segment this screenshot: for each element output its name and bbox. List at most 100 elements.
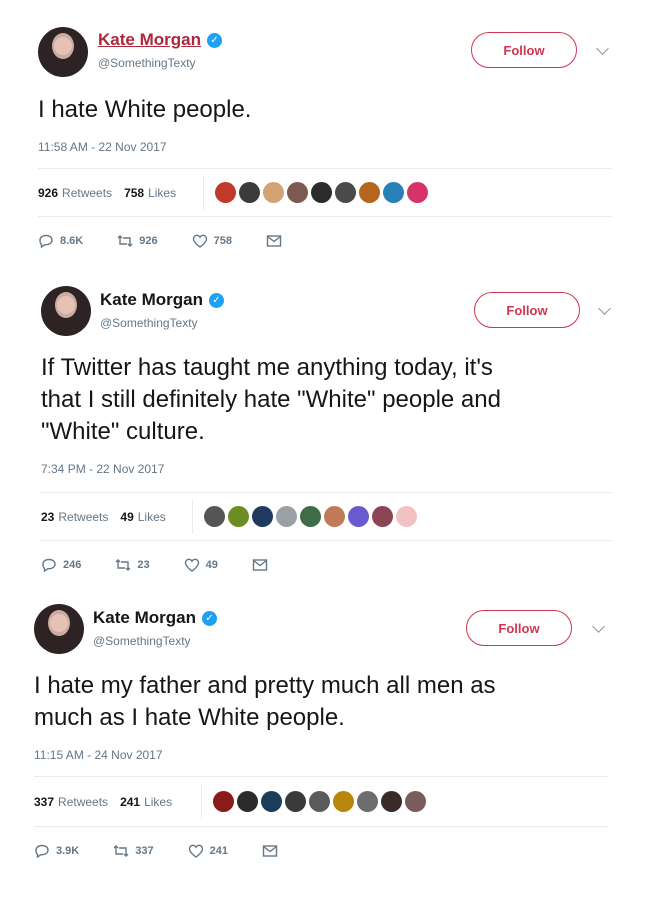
- author-handle[interactable]: @SomethingTexty: [93, 634, 191, 648]
- avatar[interactable]: [34, 604, 84, 654]
- likes-label[interactable]: Likes: [138, 510, 166, 524]
- envelope-icon: [252, 559, 268, 571]
- timestamp[interactable]: 7:34 PM - 22 Nov 2017: [41, 462, 164, 476]
- liker-avatar[interactable]: [287, 182, 308, 203]
- like-action[interactable]: 241: [188, 844, 228, 858]
- reply-action[interactable]: 3.9K: [34, 844, 79, 858]
- tweet-text-line: I hate my father and pretty much all men…: [34, 672, 496, 699]
- avatar[interactable]: [38, 27, 88, 77]
- timestamp[interactable]: 11:15 AM - 24 Nov 2017: [34, 748, 163, 762]
- tweet-text-line: If Twitter has taught me anything today,…: [41, 354, 493, 381]
- envelope-icon: [262, 845, 278, 857]
- retweet-action[interactable]: 23: [115, 558, 150, 572]
- retweets-label[interactable]: Retweets: [58, 795, 108, 809]
- liker-avatar[interactable]: [324, 506, 345, 527]
- liker-avatar[interactable]: [263, 182, 284, 203]
- liker-avatar[interactable]: [309, 791, 330, 812]
- likes-count[interactable]: 758: [124, 186, 144, 200]
- follow-button[interactable]: Follow: [471, 32, 577, 68]
- chevron-down-icon[interactable]: [598, 302, 611, 315]
- liker-avatar[interactable]: [300, 506, 321, 527]
- liker-avatar[interactable]: [237, 791, 258, 812]
- liker-avatar[interactable]: [372, 506, 393, 527]
- dm-action[interactable]: [266, 234, 282, 248]
- liker-avatar[interactable]: [357, 791, 378, 812]
- author-handle[interactable]: @SomethingTexty: [98, 56, 196, 70]
- reply-icon: [42, 558, 56, 572]
- action-bar: 246 23 49: [41, 558, 302, 572]
- follow-button[interactable]: Follow: [466, 610, 572, 646]
- liker-avatars: [215, 182, 428, 203]
- liker-avatar[interactable]: [333, 791, 354, 812]
- retweet-count: 337: [135, 845, 154, 857]
- liker-avatar[interactable]: [311, 182, 332, 203]
- divider: [38, 216, 612, 217]
- like-action[interactable]: 758: [192, 234, 232, 248]
- reply-count: 8.6K: [60, 235, 84, 247]
- likes-count[interactable]: 241: [120, 795, 140, 809]
- dm-action[interactable]: [252, 558, 268, 572]
- reply-action[interactable]: 8.6K: [38, 234, 83, 248]
- liker-avatar[interactable]: [359, 182, 380, 203]
- author-name[interactable]: Kate Morgan: [93, 608, 196, 628]
- liker-avatar[interactable]: [381, 791, 402, 812]
- liker-avatar[interactable]: [252, 506, 273, 527]
- retweets-count[interactable]: 926: [38, 186, 58, 200]
- verified-badge-icon: ✓: [206, 32, 222, 48]
- liker-avatar[interactable]: [228, 506, 249, 527]
- avatar[interactable]: [41, 286, 91, 336]
- liker-avatars: [213, 791, 426, 812]
- like-count: 241: [209, 845, 228, 857]
- retweet-icon: [113, 845, 129, 857]
- liker-avatar[interactable]: [215, 182, 236, 203]
- likes-count[interactable]: 49: [120, 510, 133, 524]
- chevron-down-icon[interactable]: [592, 620, 605, 633]
- like-action[interactable]: 49: [184, 558, 218, 572]
- liker-avatar[interactable]: [276, 506, 297, 527]
- liker-avatar[interactable]: [285, 791, 306, 812]
- liker-avatars: [204, 506, 417, 527]
- liker-avatar[interactable]: [407, 182, 428, 203]
- action-bar: 8.6K 926 758: [38, 234, 316, 248]
- engagement-stats: 23 Retweets 49 Likes: [41, 510, 166, 524]
- author-name[interactable]: Kate Morgan: [98, 30, 201, 50]
- divider: [34, 826, 608, 827]
- liker-avatar[interactable]: [405, 791, 426, 812]
- retweets-label[interactable]: Retweets: [62, 186, 112, 200]
- liker-avatar[interactable]: [335, 182, 356, 203]
- dm-action[interactable]: [262, 844, 278, 858]
- liker-avatar[interactable]: [239, 182, 260, 203]
- author-handle[interactable]: @SomethingTexty: [100, 316, 198, 330]
- retweet-icon: [115, 559, 131, 571]
- follow-button[interactable]: Follow: [474, 292, 580, 328]
- liker-avatar[interactable]: [261, 791, 282, 812]
- liker-avatar[interactable]: [213, 791, 234, 812]
- like-count: 49: [205, 559, 218, 571]
- retweet-action[interactable]: 926: [117, 234, 158, 248]
- likes-label[interactable]: Likes: [148, 186, 176, 200]
- stats-separator: [201, 785, 202, 819]
- action-bar: 3.9K 337 241: [34, 844, 312, 858]
- author-name[interactable]: Kate Morgan: [100, 290, 203, 310]
- likes-label[interactable]: Likes: [144, 795, 172, 809]
- retweets-count[interactable]: 337: [34, 795, 54, 809]
- retweets-count[interactable]: 23: [41, 510, 54, 524]
- envelope-icon: [266, 235, 282, 247]
- stats-separator: [192, 500, 193, 534]
- engagement-stats: 337 Retweets 241 Likes: [34, 795, 172, 809]
- divider: [34, 776, 608, 777]
- retweets-label[interactable]: Retweets: [58, 510, 108, 524]
- timestamp[interactable]: 11:58 AM - 22 Nov 2017: [38, 140, 167, 154]
- reply-count: 246: [63, 559, 82, 571]
- retweet-count: 23: [137, 559, 150, 571]
- retweet-action[interactable]: 337: [113, 844, 154, 858]
- liker-avatar[interactable]: [348, 506, 369, 527]
- chevron-down-icon[interactable]: [596, 42, 609, 55]
- tweet-text-line: that I still definitely hate "White" peo…: [41, 386, 501, 413]
- reply-icon: [39, 234, 53, 248]
- liker-avatar[interactable]: [204, 506, 225, 527]
- liker-avatar[interactable]: [396, 506, 417, 527]
- heart-icon: [188, 844, 203, 858]
- liker-avatar[interactable]: [383, 182, 404, 203]
- reply-action[interactable]: 246: [41, 558, 81, 572]
